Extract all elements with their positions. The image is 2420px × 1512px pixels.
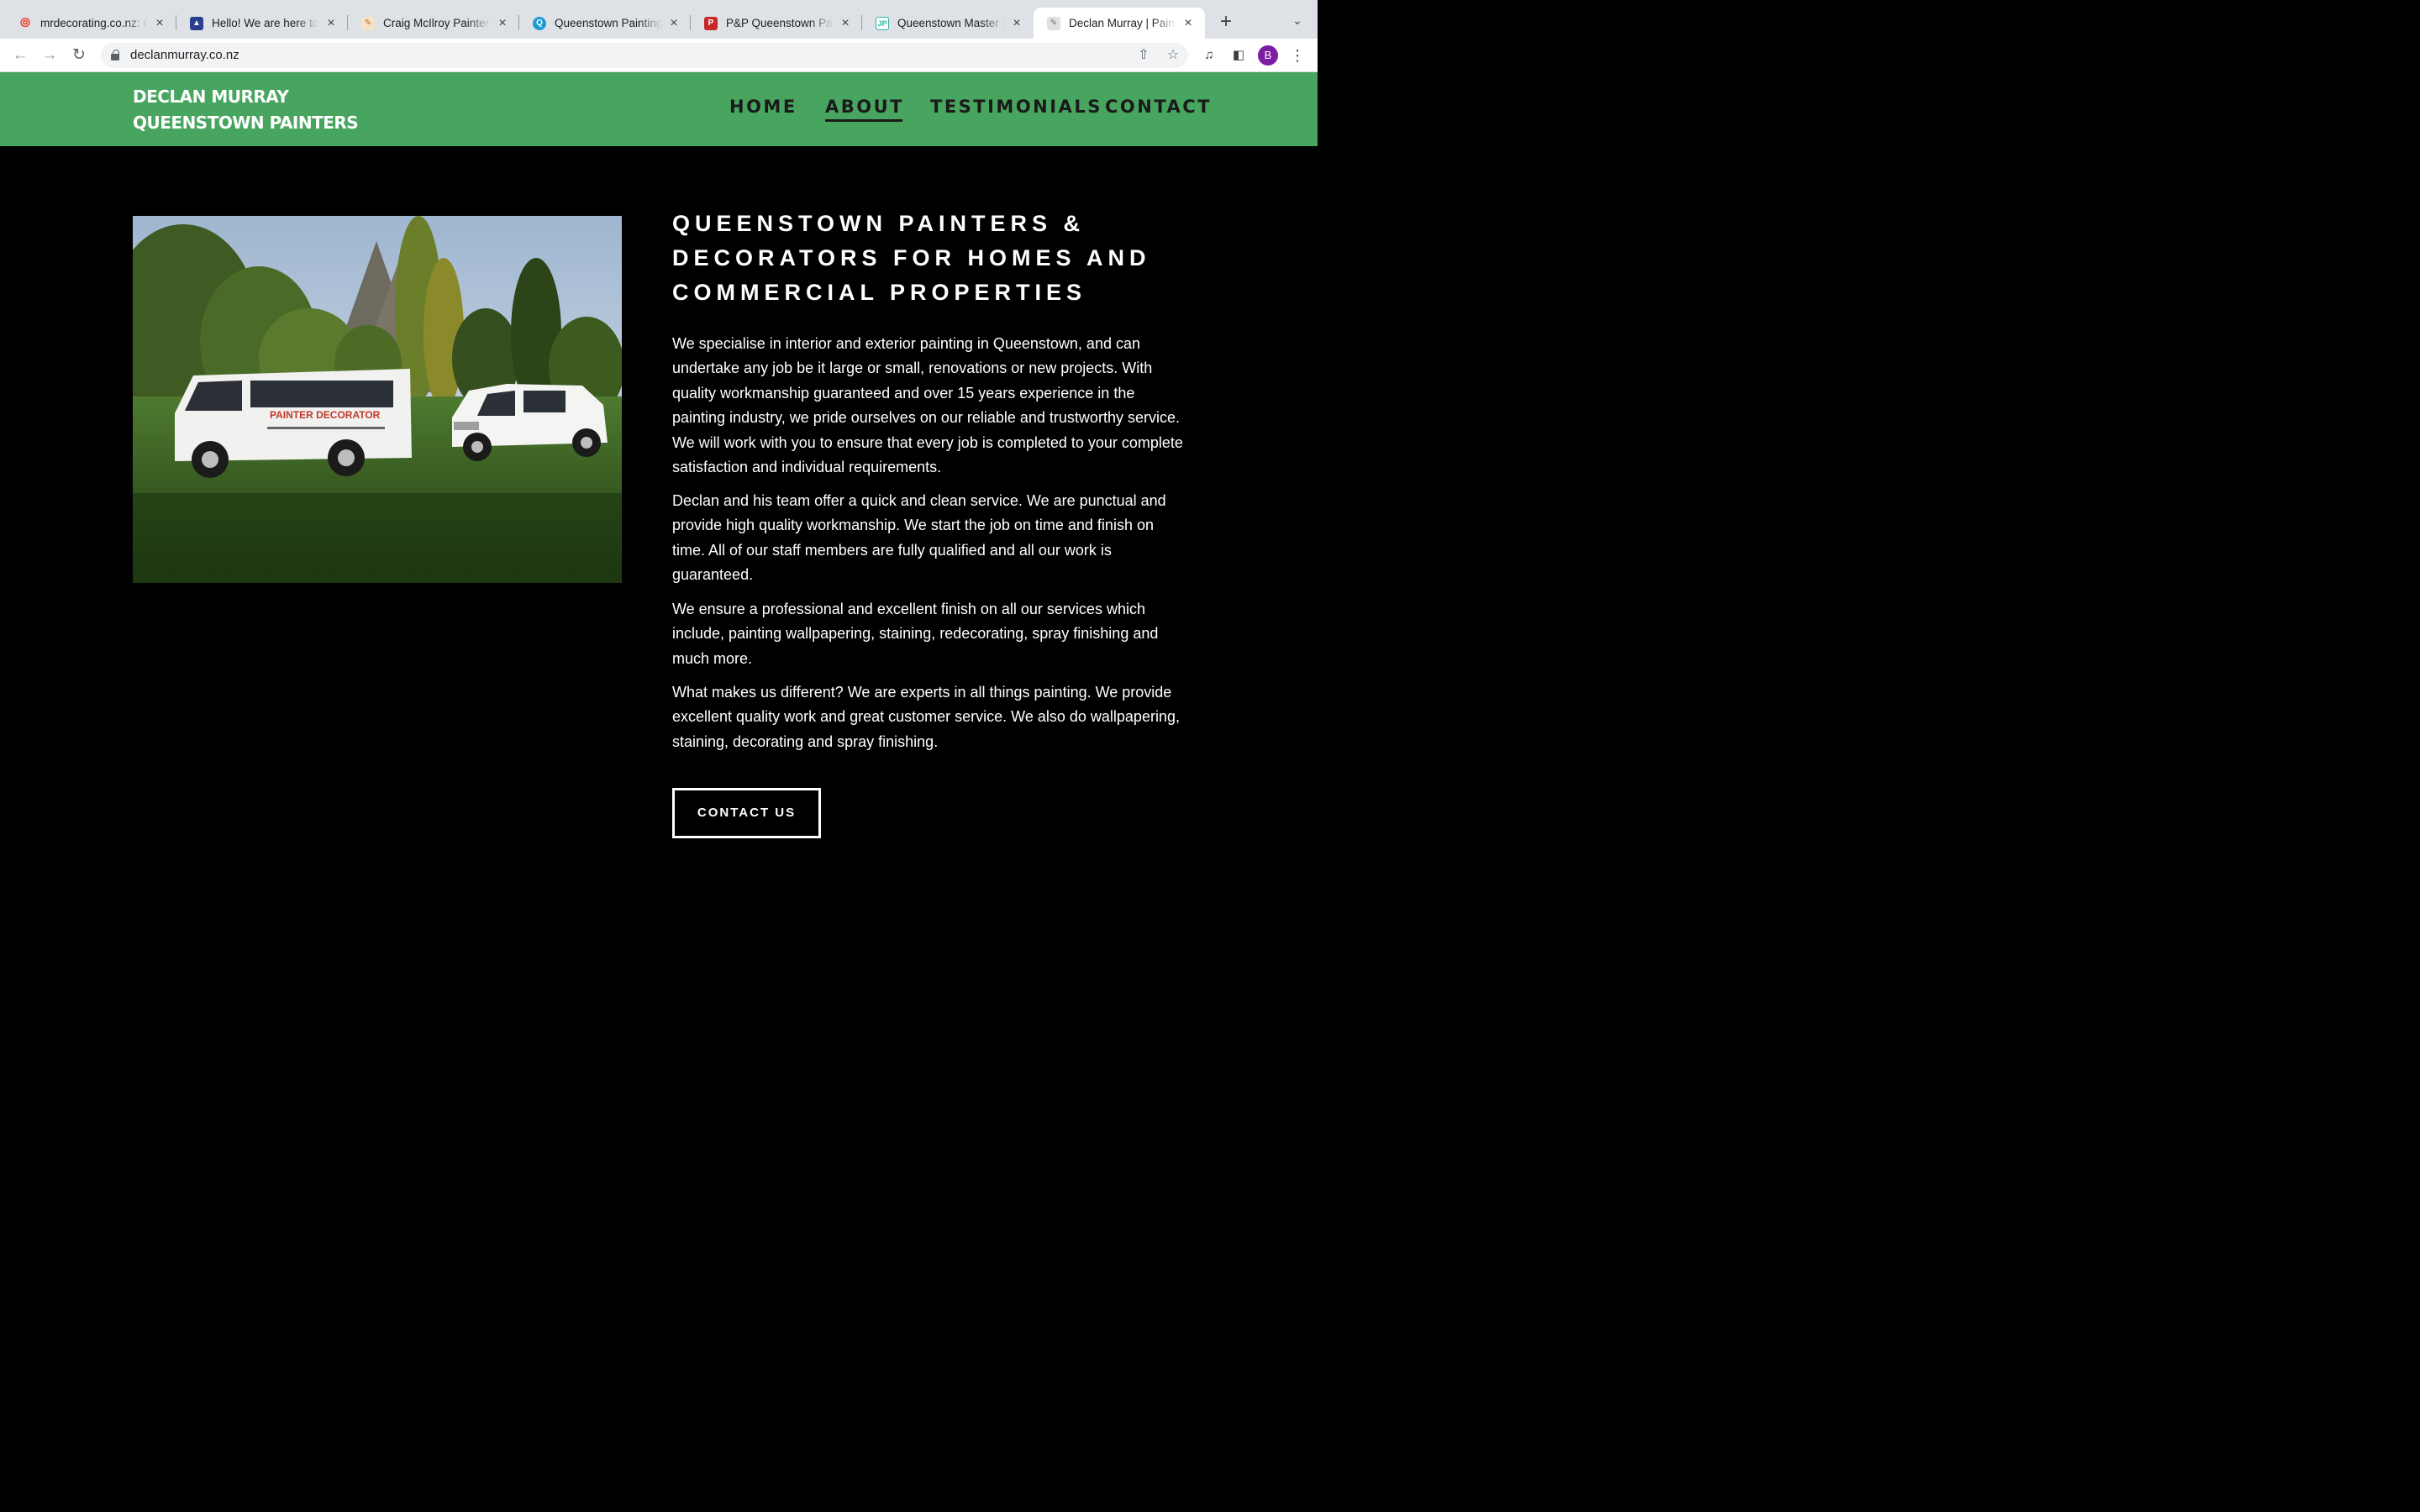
tab-title: Hello! We are here to — [212, 17, 319, 29]
address-bar[interactable]: declanmurray.co.nz ⇧ ☆ — [101, 43, 1188, 68]
menu-icon[interactable]: ⋮ — [1289, 45, 1306, 66]
close-icon[interactable]: × — [667, 16, 681, 30]
tab-queenstown-master[interactable]: JP Queenstown Master P × — [862, 8, 1034, 39]
site-logo[interactable]: DECLAN MURRAY QUEENSTOWN PAINTERS — [133, 84, 359, 136]
tab-pp-queenstown[interactable]: P P&P Queenstown Pain × — [691, 8, 862, 39]
lock-icon[interactable] — [111, 50, 119, 60]
tab-queenstown-painting[interactable]: Q Queenstown Painting × — [519, 8, 691, 39]
close-icon[interactable]: × — [496, 16, 509, 30]
tab-title: Craig McIlroy Painters — [383, 17, 491, 29]
tab-title: Queenstown Painting — [555, 17, 662, 29]
tab-title: Declan Murray | Paint — [1069, 17, 1176, 29]
contact-us-button[interactable]: CONTACT US — [672, 788, 821, 838]
vans-photo: PAINTER DECORATOR — [133, 216, 622, 583]
about-paragraph-3: We ensure a professional and excellent f… — [672, 601, 1159, 667]
pp-icon: P — [704, 16, 718, 30]
tab-title: P&P Queenstown Pain — [726, 17, 834, 29]
close-icon[interactable]: × — [839, 16, 852, 30]
van-logo-text: PAINTER DECORATOR — [270, 409, 381, 421]
close-icon[interactable]: × — [1010, 16, 1023, 30]
paintbrush-icon: ✎ — [361, 16, 375, 30]
about-paragraph-4: What makes us different? We are experts … — [672, 684, 1180, 750]
side-panel-icon[interactable]: ◧ — [1229, 46, 1248, 65]
tab-hello[interactable]: ▲ Hello! We are here to × — [176, 8, 348, 39]
brand-line-2: QUEENSTOWN PAINTERS — [133, 113, 359, 133]
tab-title: mrdecorating.co.nz: C — [40, 17, 148, 29]
url-text[interactable]: declanmurray.co.nz — [130, 48, 239, 62]
new-tab-button[interactable]: + — [1215, 12, 1237, 34]
vans-illustration: PAINTER DECORATOR — [133, 216, 622, 583]
back-icon[interactable]: ← — [9, 45, 31, 66]
forward-icon[interactable]: → — [39, 45, 60, 66]
jp-icon: JP — [876, 16, 889, 30]
brand-line-1: DECLAN MURRAY — [133, 87, 289, 107]
nav-testimonials[interactable]: TESTIMONIALS — [930, 97, 1102, 117]
share-icon[interactable]: ⇧ — [1134, 46, 1153, 65]
tab-craig-mcilroy[interactable]: ✎ Craig McIlroy Painters × — [348, 8, 519, 39]
page-headline: QUEENSTOWN PAINTERS & DECORATORS FOR HOM… — [672, 211, 1151, 305]
close-icon[interactable]: × — [324, 16, 338, 30]
nav-home[interactable]: HOME — [729, 97, 797, 117]
close-icon[interactable]: × — [1181, 16, 1195, 30]
reload-icon[interactable]: ↻ — [68, 45, 90, 66]
tab-declan-murray[interactable]: ✎ Declan Murray | Paint × — [1034, 8, 1205, 39]
nav-contact[interactable]: CONTACT — [1105, 97, 1212, 117]
site-header: DECLAN MURRAY QUEENSTOWN PAINTERS HOME A… — [0, 72, 1318, 146]
star-icon[interactable]: ☆ — [1164, 46, 1182, 65]
browser-toolbar: ← → ↻ declanmurray.co.nz ⇧ ☆ ♫ ◧ B ⋮ — [0, 39, 1318, 72]
shield-icon: ▲ — [190, 16, 203, 30]
tab-title: Queenstown Master P — [897, 17, 1005, 29]
tab-strip: ⦾ mrdecorating.co.nz: C × ▲ Hello! We ar… — [0, 0, 1318, 39]
tab-mrdecorating[interactable]: ⦾ mrdecorating.co.nz: C × — [5, 8, 176, 39]
chevron-down-icon[interactable]: ⌄ — [1287, 13, 1307, 34]
q-icon: Q — [533, 16, 546, 30]
swirl-icon: ⦾ — [19, 16, 30, 30]
painter-icon: ✎ — [1047, 16, 1060, 30]
nav-about[interactable]: ABOUT — [825, 97, 904, 122]
close-icon[interactable]: × — [153, 16, 166, 30]
about-paragraph-1: We specialise in interior and exterior p… — [672, 335, 1183, 476]
about-paragraph-2: Declan and his team offer a quick and cl… — [672, 492, 1166, 584]
profile-avatar[interactable]: B — [1258, 45, 1278, 66]
media-control-icon[interactable]: ♫ — [1200, 46, 1218, 65]
